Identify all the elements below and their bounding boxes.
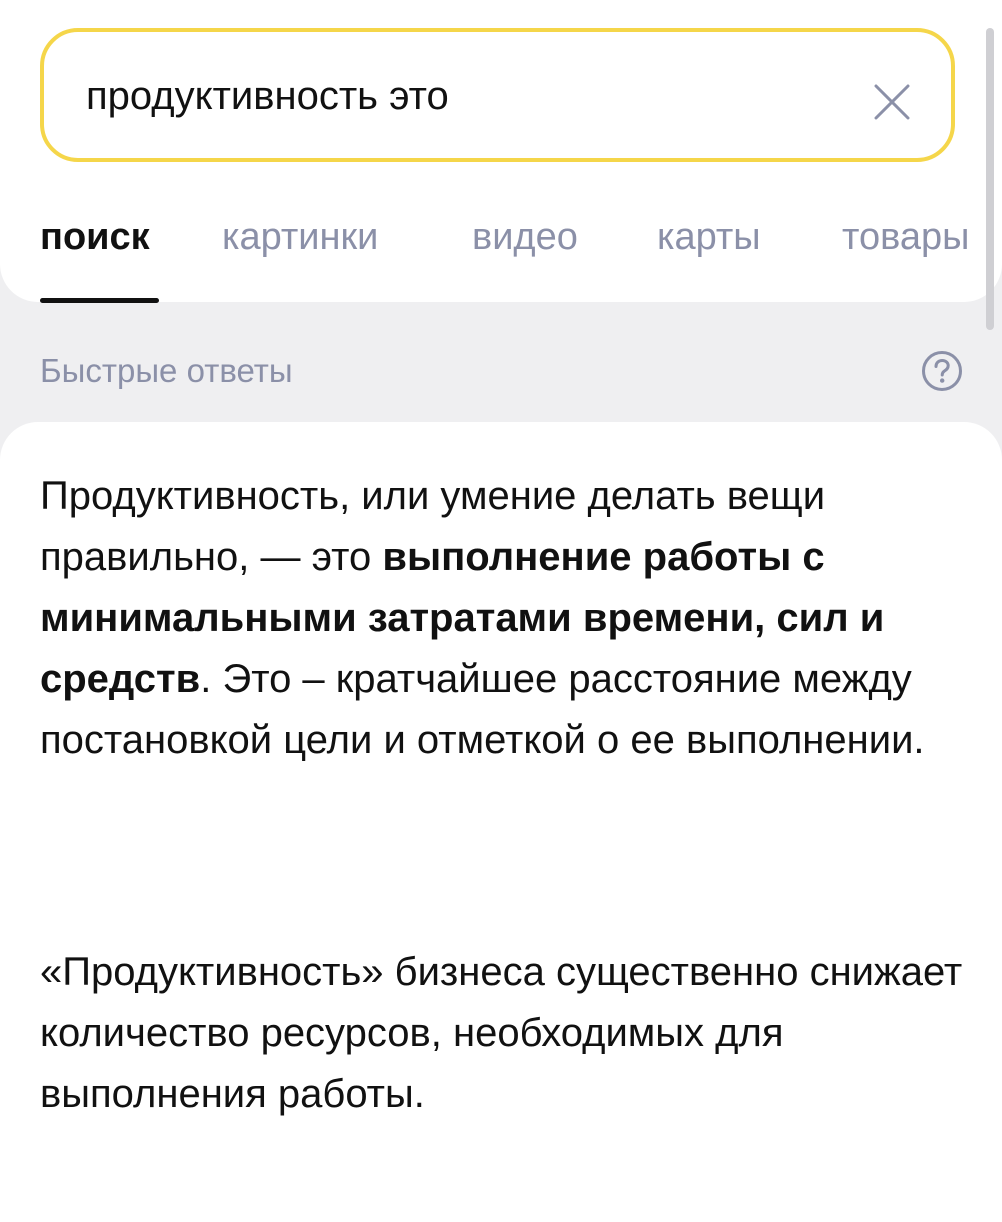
tab-search[interactable]: поиск xyxy=(40,214,150,260)
scrollbar[interactable] xyxy=(986,28,994,330)
search-tabs: поиск картинки видео карты товары xyxy=(0,200,1002,304)
quick-answers-title: Быстрые ответы xyxy=(40,352,293,389)
question-circle-icon xyxy=(922,351,962,391)
search-box[interactable] xyxy=(40,28,955,162)
close-icon xyxy=(874,84,910,120)
tab-maps[interactable]: карты xyxy=(657,214,761,260)
answer-paragraph-2: «Продуктивность» бизнеса существенно сни… xyxy=(40,950,963,1116)
answer-paragraph-1: Продуктивность, или умение делать вещи п… xyxy=(40,466,970,771)
help-button[interactable] xyxy=(921,350,963,392)
active-tab-indicator xyxy=(40,298,159,303)
tab-video[interactable]: видео xyxy=(472,214,578,260)
search-input[interactable] xyxy=(86,64,846,128)
tab-products[interactable]: товары xyxy=(842,214,969,260)
tab-images[interactable]: картинки xyxy=(222,214,378,260)
search-header: поиск картинки видео карты товары xyxy=(0,0,1002,304)
clear-button[interactable] xyxy=(870,80,914,124)
